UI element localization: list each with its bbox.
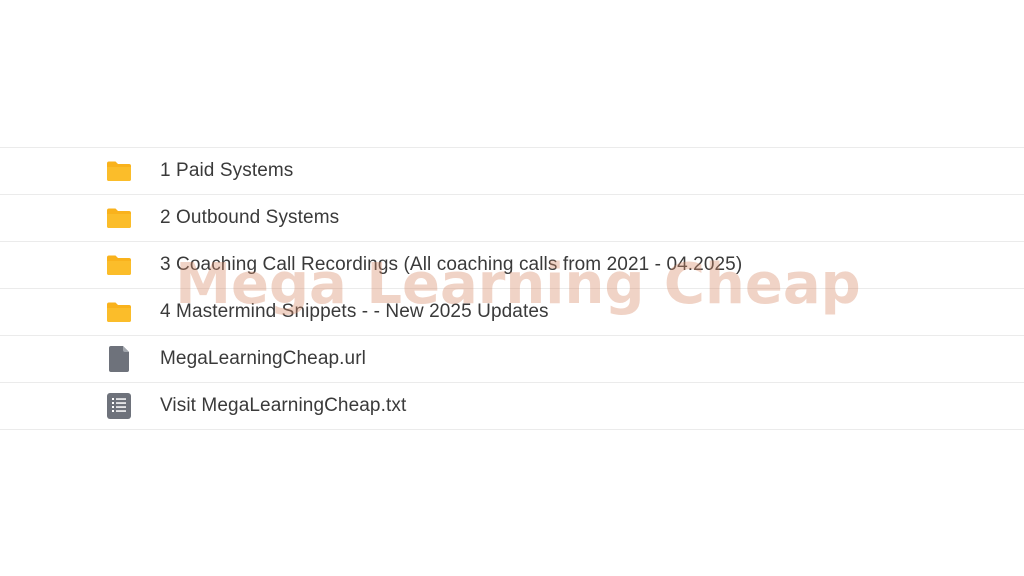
file-row-coaching-call-recordings[interactable]: 3 Coaching Call Recordings (All coaching… <box>0 242 1024 289</box>
file-row-txt-file[interactable]: Visit MegaLearningCheap.txt <box>0 383 1024 430</box>
text-document-icon <box>105 392 133 420</box>
file-list: 1 Paid Systems 2 Outbound Systems 3 Coac… <box>0 147 1024 430</box>
folder-icon <box>105 298 133 326</box>
file-row-outbound-systems[interactable]: 2 Outbound Systems <box>0 195 1024 242</box>
folder-icon <box>105 251 133 279</box>
file-name: 4 Mastermind Snippets - - New 2025 Updat… <box>160 301 549 322</box>
file-name: 2 Outbound Systems <box>160 207 340 228</box>
file-row-paid-systems[interactable]: 1 Paid Systems <box>0 148 1024 195</box>
file-name: Visit MegaLearningCheap.txt <box>160 395 407 416</box>
file-name: 1 Paid Systems <box>160 160 294 181</box>
file-row-url-file[interactable]: MegaLearningCheap.url <box>0 336 1024 383</box>
folder-icon <box>105 157 133 185</box>
file-name: 3 Coaching Call Recordings (All coaching… <box>160 254 743 275</box>
file-name: MegaLearningCheap.url <box>160 348 366 369</box>
file-row-mastermind-snippets[interactable]: 4 Mastermind Snippets - - New 2025 Updat… <box>0 289 1024 336</box>
folder-icon <box>105 204 133 232</box>
file-icon <box>105 345 133 373</box>
